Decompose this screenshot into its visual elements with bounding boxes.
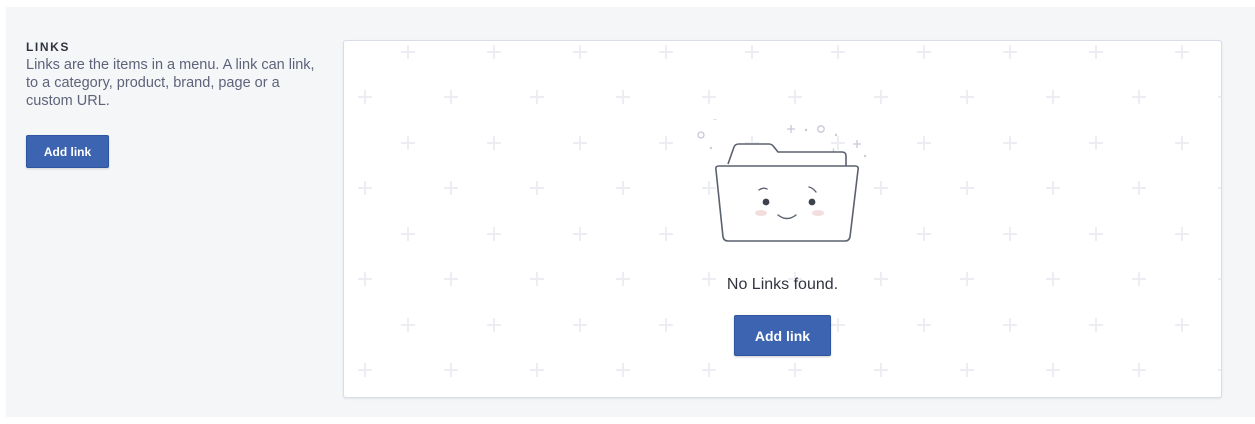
add-link-empty-button[interactable]: Add link [734,315,831,356]
empty-state-message: No Links found. [726,276,839,293]
add-link-button[interactable]: Add link [26,135,109,168]
section-description: Links are the items in a menu. A link ca… [26,57,315,109]
links-empty-card: No Links found. Add link [343,40,1222,398]
links-panel: LINKS Links are the items in a menu. A l… [6,7,1255,417]
section-title: LINKS [26,40,70,54]
section-info: LINKS Links are the items in a menu. A l… [26,40,316,168]
empty-folder-icon [697,119,867,242]
